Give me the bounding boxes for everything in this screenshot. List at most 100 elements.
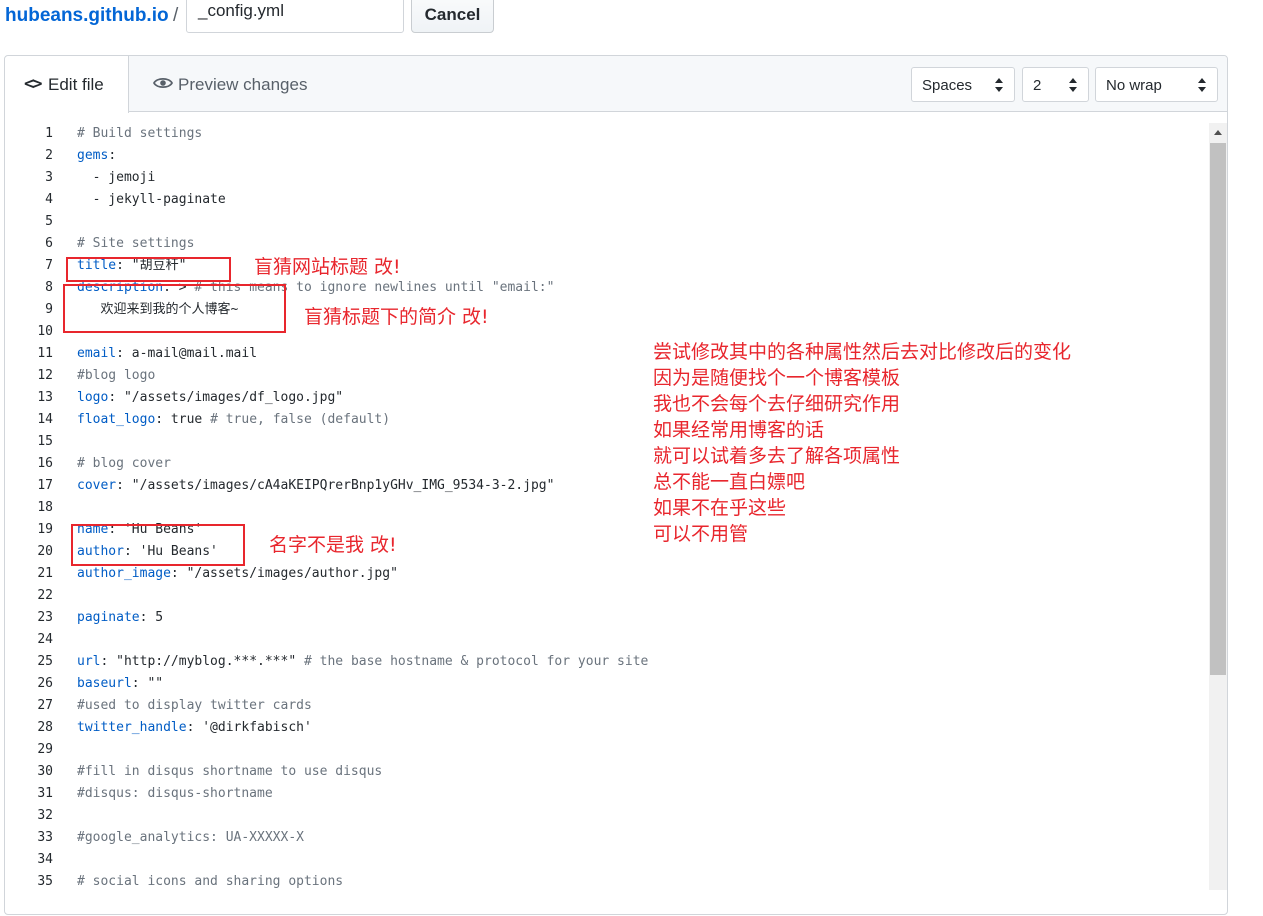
line-number: 3 <box>45 170 53 185</box>
line-number: 29 <box>37 742 53 757</box>
code-line[interactable]: 33 #google_analytics: UA-XXXXX-X <box>5 827 1205 849</box>
side-note-line: 总不能一直白嫖吧 <box>653 471 806 493</box>
code-text: #blog logo <box>77 368 156 383</box>
description-annotation: 盲猜标题下的简介 改! <box>304 306 489 328</box>
code-text: #fill in disqus shortname to use disqus <box>77 764 383 779</box>
line-number: 10 <box>37 324 53 339</box>
line-number: 4 <box>45 192 53 207</box>
indent-size-select[interactable]: 2 <box>1022 67 1089 102</box>
line-number: 13 <box>37 390 53 405</box>
filename-input[interactable]: _config.yml <box>186 0 404 33</box>
code-line[interactable]: 24 <box>5 629 1205 651</box>
eye-icon <box>152 76 174 95</box>
indent-size-value: 2 <box>1033 77 1042 94</box>
line-number: 16 <box>37 456 53 471</box>
select-arrows-icon <box>1069 78 1077 92</box>
line-number: 9 <box>45 302 53 317</box>
code-line[interactable]: 21 author_image: "/assets/images/author.j… <box>5 563 1205 585</box>
code-line[interactable]: 1 # Build settings <box>5 123 1205 145</box>
tab-preview-changes[interactable]: Preview changes <box>149 56 329 112</box>
code-text: url: "http://myblog.***.***" # the base … <box>77 654 649 669</box>
line-number: 25 <box>37 654 53 669</box>
line-number: 2 <box>45 148 53 163</box>
code-text: baseurl: "" <box>77 676 164 691</box>
line-number: 14 <box>37 412 53 427</box>
line-number: 12 <box>37 368 53 383</box>
cancel-button[interactable]: Cancel <box>411 0 494 33</box>
side-note-line: 如果经常用博客的话 <box>653 419 825 441</box>
code-line[interactable]: 27 #used to display twitter cards <box>5 695 1205 717</box>
line-number: 7 <box>45 258 53 273</box>
code-line[interactable]: 29 <box>5 739 1205 761</box>
line-number: 15 <box>37 434 53 449</box>
code-text: paginate: 5 <box>77 610 164 625</box>
code-icon: <> <box>24 74 43 94</box>
code-line[interactable]: 4 - jekyll-paginate <box>5 189 1205 211</box>
code-text: #disqus: disqus-shortname <box>77 786 273 801</box>
line-number: 27 <box>37 698 53 713</box>
description-highlight-box <box>63 284 286 333</box>
title-highlight-box <box>66 257 231 282</box>
code-line[interactable]: 3 - jemoji <box>5 167 1205 189</box>
code-text: # Site settings <box>77 236 195 251</box>
wrap-mode-select[interactable]: No wrap <box>1095 67 1218 102</box>
indent-mode-select[interactable]: Spaces <box>911 67 1015 102</box>
code-text: # Build settings <box>77 126 203 141</box>
breadcrumb: hubeans.github.io / _config.yml Cancel <box>0 0 1263 40</box>
code-line[interactable]: 5 <box>5 211 1205 233</box>
line-number: 30 <box>37 764 53 779</box>
scrollbar-thumb[interactable] <box>1210 143 1226 675</box>
line-number: 26 <box>37 676 53 691</box>
wrap-mode-value: No wrap <box>1106 77 1162 94</box>
line-number: 31 <box>37 786 53 801</box>
code-line[interactable]: 28 twitter_handle: '@dirkfabisch' <box>5 717 1205 739</box>
line-number: 28 <box>37 720 53 735</box>
code-line[interactable]: 32 <box>5 805 1205 827</box>
side-note-line: 我也不会每个去仔细研究作用 <box>653 393 901 415</box>
side-note-line: 就可以试着多去了解各项属性 <box>653 445 901 467</box>
name-annotation: 名字不是我 改! <box>269 534 397 556</box>
code-line[interactable]: 34 <box>5 849 1205 871</box>
code-line[interactable]: 22 <box>5 585 1205 607</box>
repo-link[interactable]: hubeans.github.io <box>5 5 169 27</box>
line-number: 20 <box>37 544 53 559</box>
line-number: 34 <box>37 852 53 867</box>
code-line[interactable]: 30 #fill in disqus shortname to use disqu… <box>5 761 1205 783</box>
line-number: 11 <box>37 346 53 361</box>
tab-edit-label: Edit file <box>48 75 104 94</box>
line-number: 18 <box>37 500 53 515</box>
code-text: - jemoji <box>77 170 156 185</box>
editor-toolbar: <> Edit file Preview changes Spaces 2 No… <box>5 56 1227 113</box>
side-annotation: 尝试修改其中的各种属性然后去对比修改后的变化 因为是随便找个一个博客模板 我也不… <box>653 339 1071 547</box>
side-note-line: 可以不用管 <box>653 523 749 545</box>
name-highlight-box <box>71 524 245 566</box>
code-line[interactable]: 6 # Site settings <box>5 233 1205 255</box>
code-line[interactable]: 26 baseurl: "" <box>5 673 1205 695</box>
line-number: 24 <box>37 632 53 647</box>
code-line[interactable]: 31 #disqus: disqus-shortname <box>5 783 1205 805</box>
code-text: cover: "/assets/images/cA4aKEIPQrerBnp1y… <box>77 478 555 493</box>
line-number: 22 <box>37 588 53 603</box>
code-line[interactable]: 25 url: "http://myblog.***.***" # the bas… <box>5 651 1205 673</box>
code-line[interactable]: 2 gems: <box>5 145 1205 167</box>
title-annotation: 盲猜网站标题 改! <box>254 256 401 278</box>
code-text: float_logo: true # true, false (default) <box>77 412 391 427</box>
scroll-up-icon[interactable] <box>1209 123 1227 141</box>
side-note-line: 尝试修改其中的各种属性然后去对比修改后的变化 <box>653 341 1072 363</box>
code-text: gems: <box>77 148 117 163</box>
code-line[interactable]: 23 paginate: 5 <box>5 607 1205 629</box>
line-number: 1 <box>45 126 53 141</box>
code-text: twitter_handle: '@dirkfabisch' <box>77 720 312 735</box>
line-number: 8 <box>45 280 53 295</box>
select-arrows-icon <box>995 78 1003 92</box>
code-text: #google_analytics: UA-XXXXX-X <box>77 830 304 845</box>
line-number: 5 <box>45 214 53 229</box>
line-number: 19 <box>37 522 53 537</box>
code-text: author_image: "/assets/images/author.jpg… <box>77 566 398 581</box>
line-number: 32 <box>37 808 53 823</box>
tab-edit-file[interactable]: <> Edit file <box>5 56 129 113</box>
line-number: 23 <box>37 610 53 625</box>
line-number: 33 <box>37 830 53 845</box>
line-number: 6 <box>45 236 53 251</box>
side-note-line: 因为是随便找个一个博客模板 <box>653 367 901 389</box>
